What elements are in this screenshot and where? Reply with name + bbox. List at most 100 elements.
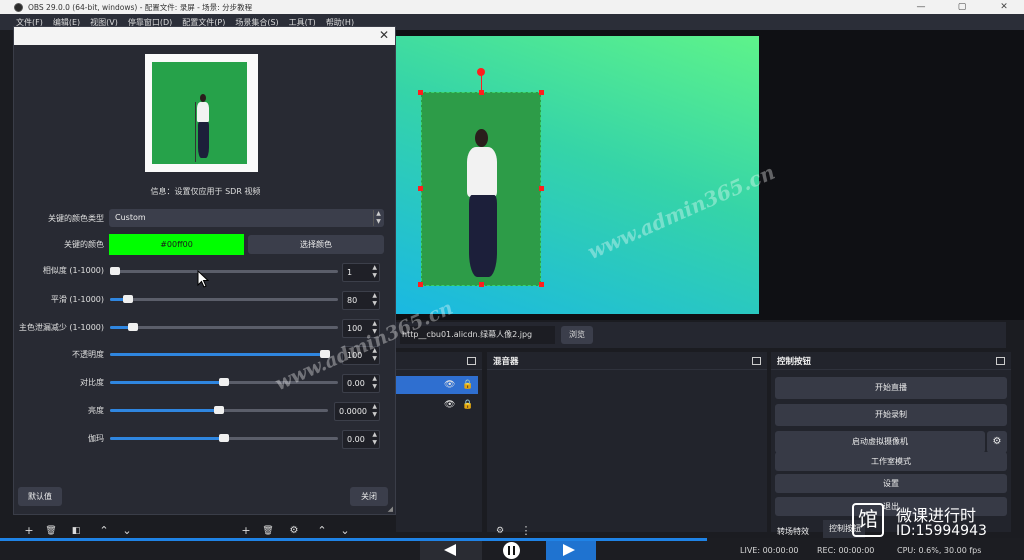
similarity-label: 相似度 (1-1000) [42,266,104,275]
source-down-icon[interactable]: ⌄ [336,524,354,538]
pause-button[interactable] [503,542,520,559]
start-virtual-camera-button[interactable]: 启动虚拟摄像机 [775,431,985,453]
playback-progress[interactable] [0,538,707,541]
settings-button[interactable]: 设置 [775,474,1007,493]
key-color-label: 关键的颜色 [64,240,104,249]
resize-grip-icon[interactable]: ◢ [388,505,393,513]
model-figure [460,129,504,279]
resize-handle-right[interactable] [539,186,544,191]
slider-thumb[interactable] [214,406,224,414]
add-icon[interactable]: + [20,524,38,538]
brightness-slider[interactable] [110,406,328,414]
start-recording-button[interactable]: 开始录制 [775,404,1007,426]
key-color-type-value: Custom [115,213,146,222]
minimize-button[interactable]: — [905,0,937,14]
key-color-swatch[interactable]: #00ff00 [109,234,244,255]
spill-reduction-value: 100 [347,324,363,333]
brightness-spinbox[interactable]: 0.0000 ▲ ▼ [334,402,380,421]
browse-button[interactable]: 浏览 [561,326,593,344]
lock-icon[interactable]: 🔒 [462,380,473,390]
figure-skirt [469,195,497,277]
gamma-label: 伽玛 [88,434,104,443]
pause-bar-icon [513,546,515,555]
mixer-settings-icon[interactable]: ⚙ [491,524,509,538]
logo-id: ID:15994943 [896,523,987,539]
source-up-icon[interactable]: ⌃ [313,524,331,538]
mixer-dock: 混音器 [487,352,767,532]
sources-dock: 👁 🔒 👁 🔒 [396,352,482,532]
remove-source-icon[interactable]: 🗑 [259,524,277,538]
resize-handle-top[interactable] [479,90,484,95]
source-row-selected[interactable]: 👁 🔒 [396,376,478,394]
select-color-button[interactable]: 选择颜色 [248,235,384,254]
window-close-button[interactable]: ✕ [988,0,1020,14]
spin-arrows-icon[interactable]: ▲ ▼ [372,375,377,391]
gamma-spinbox[interactable]: 0.00 ▲ ▼ [342,430,380,449]
filter-icon[interactable]: ◧ [67,524,85,538]
similarity-slider[interactable] [110,267,338,275]
mixer-menu-icon[interactable]: ⋮ [517,524,535,538]
source-properties-icon[interactable]: ⚙ [285,524,303,538]
key-color-type-label: 关键的颜色类型 [48,214,104,223]
resize-handle-tl[interactable] [418,90,423,95]
prev-arrow-icon [444,544,456,556]
slider-thumb[interactable] [219,434,229,442]
source-row[interactable]: 👁 🔒 [396,396,478,414]
start-streaming-button[interactable]: 开始直播 [775,377,1007,399]
visibility-eye-icon[interactable]: 👁 [444,380,455,390]
move-up-icon[interactable]: ⌃ [95,524,113,538]
undock-icon[interactable] [467,357,476,365]
similarity-value: 1 [347,268,353,277]
resize-handle-br[interactable] [539,282,544,287]
spill-reduction-slider[interactable] [110,323,338,331]
next-button[interactable] [546,541,596,560]
add-source-icon[interactable]: + [237,524,255,538]
defaults-button[interactable]: 默认值 [18,487,62,506]
source-preview-thumbnail [145,54,258,172]
move-down-icon[interactable]: ⌄ [118,524,136,538]
undock-icon[interactable] [752,357,761,365]
obs-app-icon [14,2,23,12]
contrast-label: 对比度 [80,378,104,387]
studio-mode-button[interactable]: 工作室模式 [775,452,1007,471]
previous-button[interactable] [420,541,482,560]
thumbnail-figure [194,94,212,158]
preview-canvas[interactable] [396,36,759,314]
spin-arrows-icon[interactable]: ▲ ▼ [372,264,377,280]
slider-thumb[interactable] [219,378,229,386]
slider-thumb[interactable] [127,323,138,331]
slider-thumb[interactable] [123,295,134,303]
selected-image-source[interactable] [421,92,541,286]
maximize-button[interactable]: ▢ [946,0,978,14]
opacity-slider[interactable] [110,350,330,358]
window-titlebar: OBS 29.0.0 (64-bit, windows) - 配置文件: 录屏 … [0,0,1024,14]
contrast-value: 0.00 [347,379,365,388]
smoothness-spinbox[interactable]: 80 ▲ ▼ [342,291,380,310]
sdr-info-text: 信息：设置仅应用于 SDR 视频 [150,187,261,196]
resize-handle-tr[interactable] [539,90,544,95]
contrast-spinbox[interactable]: 0.00 ▲ ▼ [342,374,380,393]
slider-thumb[interactable] [110,267,120,275]
resize-handle-bottom[interactable] [479,282,484,287]
trash-icon[interactable]: 🗑 [42,524,60,538]
spin-arrows-icon[interactable]: ▲ ▼ [372,431,377,447]
dialog-close-button[interactable]: 关闭 [350,487,388,506]
spill-reduction-label: 主色泄漏减少 (1-1000) [18,323,104,332]
key-color-type-select[interactable]: Custom ▲ ▼ [109,209,384,227]
lock-icon[interactable]: 🔒 [462,400,473,410]
dialog-titlebar: ✕ [14,27,395,45]
gear-icon[interactable]: ⚙ [987,431,1007,453]
gamma-slider[interactable] [110,434,338,442]
resize-handle-bl[interactable] [418,282,423,287]
spin-arrows-icon[interactable]: ▲ ▼ [372,403,377,419]
mixer-dock-header: 混音器 [487,352,767,370]
undock-icon[interactable] [996,357,1005,365]
smoothness-slider[interactable] [110,295,338,303]
dialog-close-icon[interactable]: ✕ [379,28,389,42]
transitions-tab[interactable]: 转场特效 [777,526,809,537]
smoothness-label: 平滑 (1-1000) [50,295,104,304]
resize-handle-left[interactable] [418,186,423,191]
spin-arrows-icon[interactable]: ▲ ▼ [372,292,377,308]
visibility-eye-icon[interactable]: 👁 [444,400,455,410]
similarity-spinbox[interactable]: 1 ▲ ▼ [342,263,380,282]
